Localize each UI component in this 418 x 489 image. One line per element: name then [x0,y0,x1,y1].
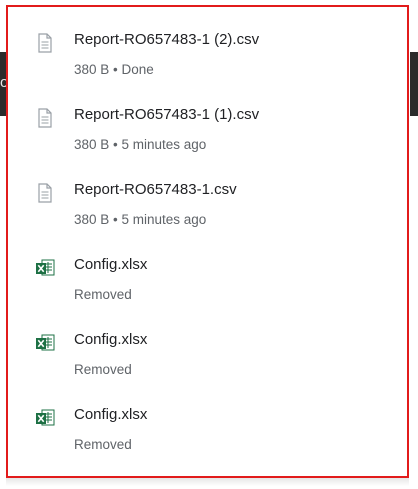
download-status: Removed [74,437,132,452]
file-name[interactable]: Report-RO657483-1.csv [74,180,237,200]
download-item[interactable]: Report-RO657483-1.csv 380 B • 5 minutes … [8,157,407,232]
file-name[interactable]: Config.xlsx [74,405,147,425]
download-item[interactable]: Config.xlsx Removed [8,232,407,307]
file-name[interactable]: Config.xlsx [74,330,147,350]
downloads-panel: Report-RO657483-1 (2).csv 380 B • Done R… [6,5,409,478]
download-status: 380 B • 5 minutes ago [74,137,207,152]
excel-icon [36,409,55,426]
background-page-strip-right [410,52,418,116]
file-name[interactable]: Config.xlsx [74,255,147,275]
download-status: Removed [74,287,132,302]
download-status: 380 B • Done [74,62,154,77]
download-status: Removed [74,362,132,377]
download-item[interactable]: Report-RO657483-1 (1).csv 380 B • 5 minu… [8,82,407,157]
excel-icon [36,259,55,276]
document-icon [38,183,52,203]
file-name[interactable]: Report-RO657483-1 (2).csv [74,30,259,50]
download-status: 380 B • 5 minutes ago [74,212,207,227]
file-name[interactable]: Report-RO657483-1 (1).csv [74,105,259,125]
download-item[interactable]: Config.xlsx Removed [8,307,407,382]
document-icon [38,108,52,128]
document-icon [38,33,52,53]
download-item[interactable]: Config.xlsx Removed [8,382,407,457]
excel-icon [36,334,55,351]
download-item[interactable]: Report-RO657483-1 (2).csv 380 B • Done [8,7,407,82]
panel-shadow [6,478,409,486]
